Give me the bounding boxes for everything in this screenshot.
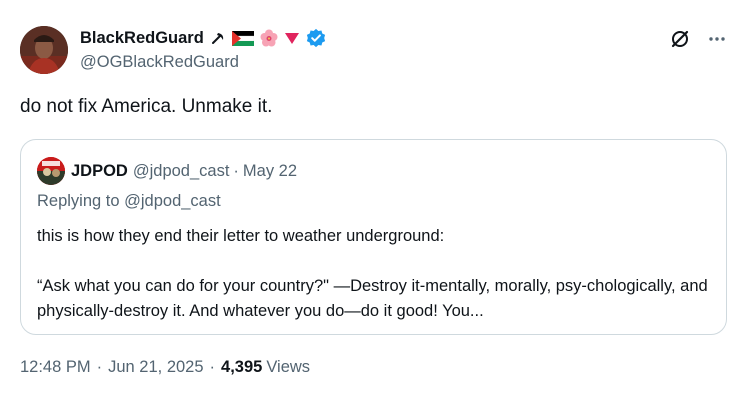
hammer-sickle-icon	[210, 30, 226, 46]
author-block: BlackRedGuard @OGBlackRedGuard	[80, 26, 326, 72]
views-label: Views	[266, 358, 311, 376]
tweet-actions	[669, 28, 727, 50]
quoted-author-name: JDPOD	[71, 161, 128, 180]
tweet-date[interactable]: Jun 21, 2025	[108, 358, 203, 377]
tweet-time[interactable]: 12:48 PM	[20, 358, 91, 377]
quoted-date: May 22	[242, 161, 298, 180]
hibiscus-icon	[260, 29, 278, 47]
author-display-name[interactable]: BlackRedGuard	[80, 29, 204, 48]
tweet-text: do not fix America. Unmake it.	[20, 96, 273, 117]
quoted-paragraph: this is how they end their letter to wea…	[37, 227, 445, 245]
quoted-tweet-body: this is how they end their letter to wea…	[37, 224, 712, 324]
meta-separator: ·	[96, 358, 103, 376]
quoted-separator: ·	[233, 161, 239, 180]
views-count: 4,395	[221, 358, 263, 376]
more-options-icon[interactable]	[707, 29, 727, 49]
tweet-meta: 12:48 PM · Jun 21, 2025 · 4,395 Views	[20, 358, 310, 377]
quoted-author-avatar	[37, 157, 65, 185]
palestine-flag-icon	[231, 30, 254, 46]
meta-separator: ·	[209, 358, 216, 376]
red-triangle-icon	[284, 31, 300, 45]
quoted-replying-to: Replying to @jdpod_cast	[37, 192, 221, 210]
quoted-paragraph: “Ask what you can do for your country?" …	[37, 277, 708, 320]
quoted-tweet[interactable]: JDPOD @jdpod_cast · May 22 Replying to @…	[20, 139, 727, 335]
verified-badge-icon[interactable]	[306, 28, 326, 48]
author-avatar[interactable]	[20, 26, 68, 74]
quoted-author-handle: @jdpod_cast	[132, 161, 230, 180]
author-handle[interactable]: @OGBlackRedGuard	[80, 53, 326, 72]
quoted-tweet-header: JDPOD @jdpod_cast · May 22	[37, 157, 297, 185]
grok-icon[interactable]	[669, 28, 691, 50]
